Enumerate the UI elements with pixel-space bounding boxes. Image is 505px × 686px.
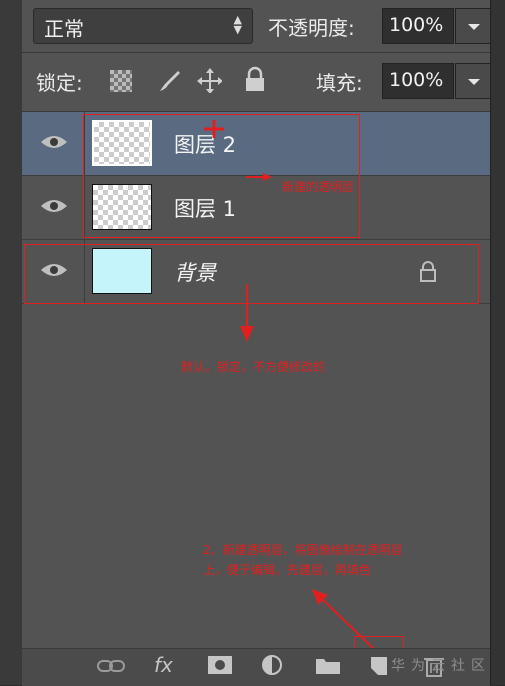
link-icon[interactable] (96, 656, 126, 676)
lock-transparent-pixels-icon[interactable] (110, 70, 132, 92)
watermark: 华为云社区 (391, 658, 491, 674)
fill-input[interactable]: 100% (382, 63, 454, 99)
divider (22, 52, 490, 53)
eye-icon[interactable] (40, 134, 68, 150)
opacity-input[interactable]: 100% (382, 8, 454, 44)
annotation-arrow-right (246, 173, 272, 181)
lock-image-pixels-icon[interactable] (156, 67, 182, 93)
fill-dropdown-button[interactable] (455, 63, 491, 99)
lock-position-icon[interactable] (196, 67, 222, 93)
annotation-note-line1: 2、新建透明层，将图像绘制在透明层 (203, 543, 403, 557)
move-cursor-icon (204, 120, 224, 138)
annotation-arrow-down (240, 284, 254, 342)
visibility-cell[interactable] (22, 112, 85, 175)
new-layer-icon[interactable] (366, 654, 390, 678)
folder-icon[interactable] (314, 654, 342, 676)
lock-label: 锁定: (36, 71, 83, 95)
blend-mode-value: 正常 (44, 17, 84, 41)
panel-scrollbar[interactable] (490, 0, 505, 685)
annotation-note-line2: 上，便于编辑。先建层，再填色 (203, 563, 372, 577)
eye-icon[interactable] (40, 198, 68, 214)
updown-arrows-icon: ▲ ▼ (233, 13, 242, 36)
mask-icon[interactable] (206, 654, 234, 676)
annotation-new-layer: 新建的透明层 (282, 180, 355, 194)
annotation-default-locked: 默认，锁定，不方便修改的 (181, 360, 326, 374)
blend-mode-select[interactable]: 正常 ▲ ▼ (33, 8, 253, 44)
opacity-label: 不透明度: (268, 16, 355, 40)
lock-all-icon[interactable] (242, 66, 268, 92)
opacity-dropdown-button[interactable] (455, 8, 491, 44)
adjustment-icon[interactable] (260, 653, 288, 677)
left-strip (0, 0, 23, 685)
fill-label: 填充: (316, 71, 363, 95)
fx-icon[interactable]: fx (154, 653, 173, 677)
visibility-cell[interactable] (22, 176, 85, 239)
